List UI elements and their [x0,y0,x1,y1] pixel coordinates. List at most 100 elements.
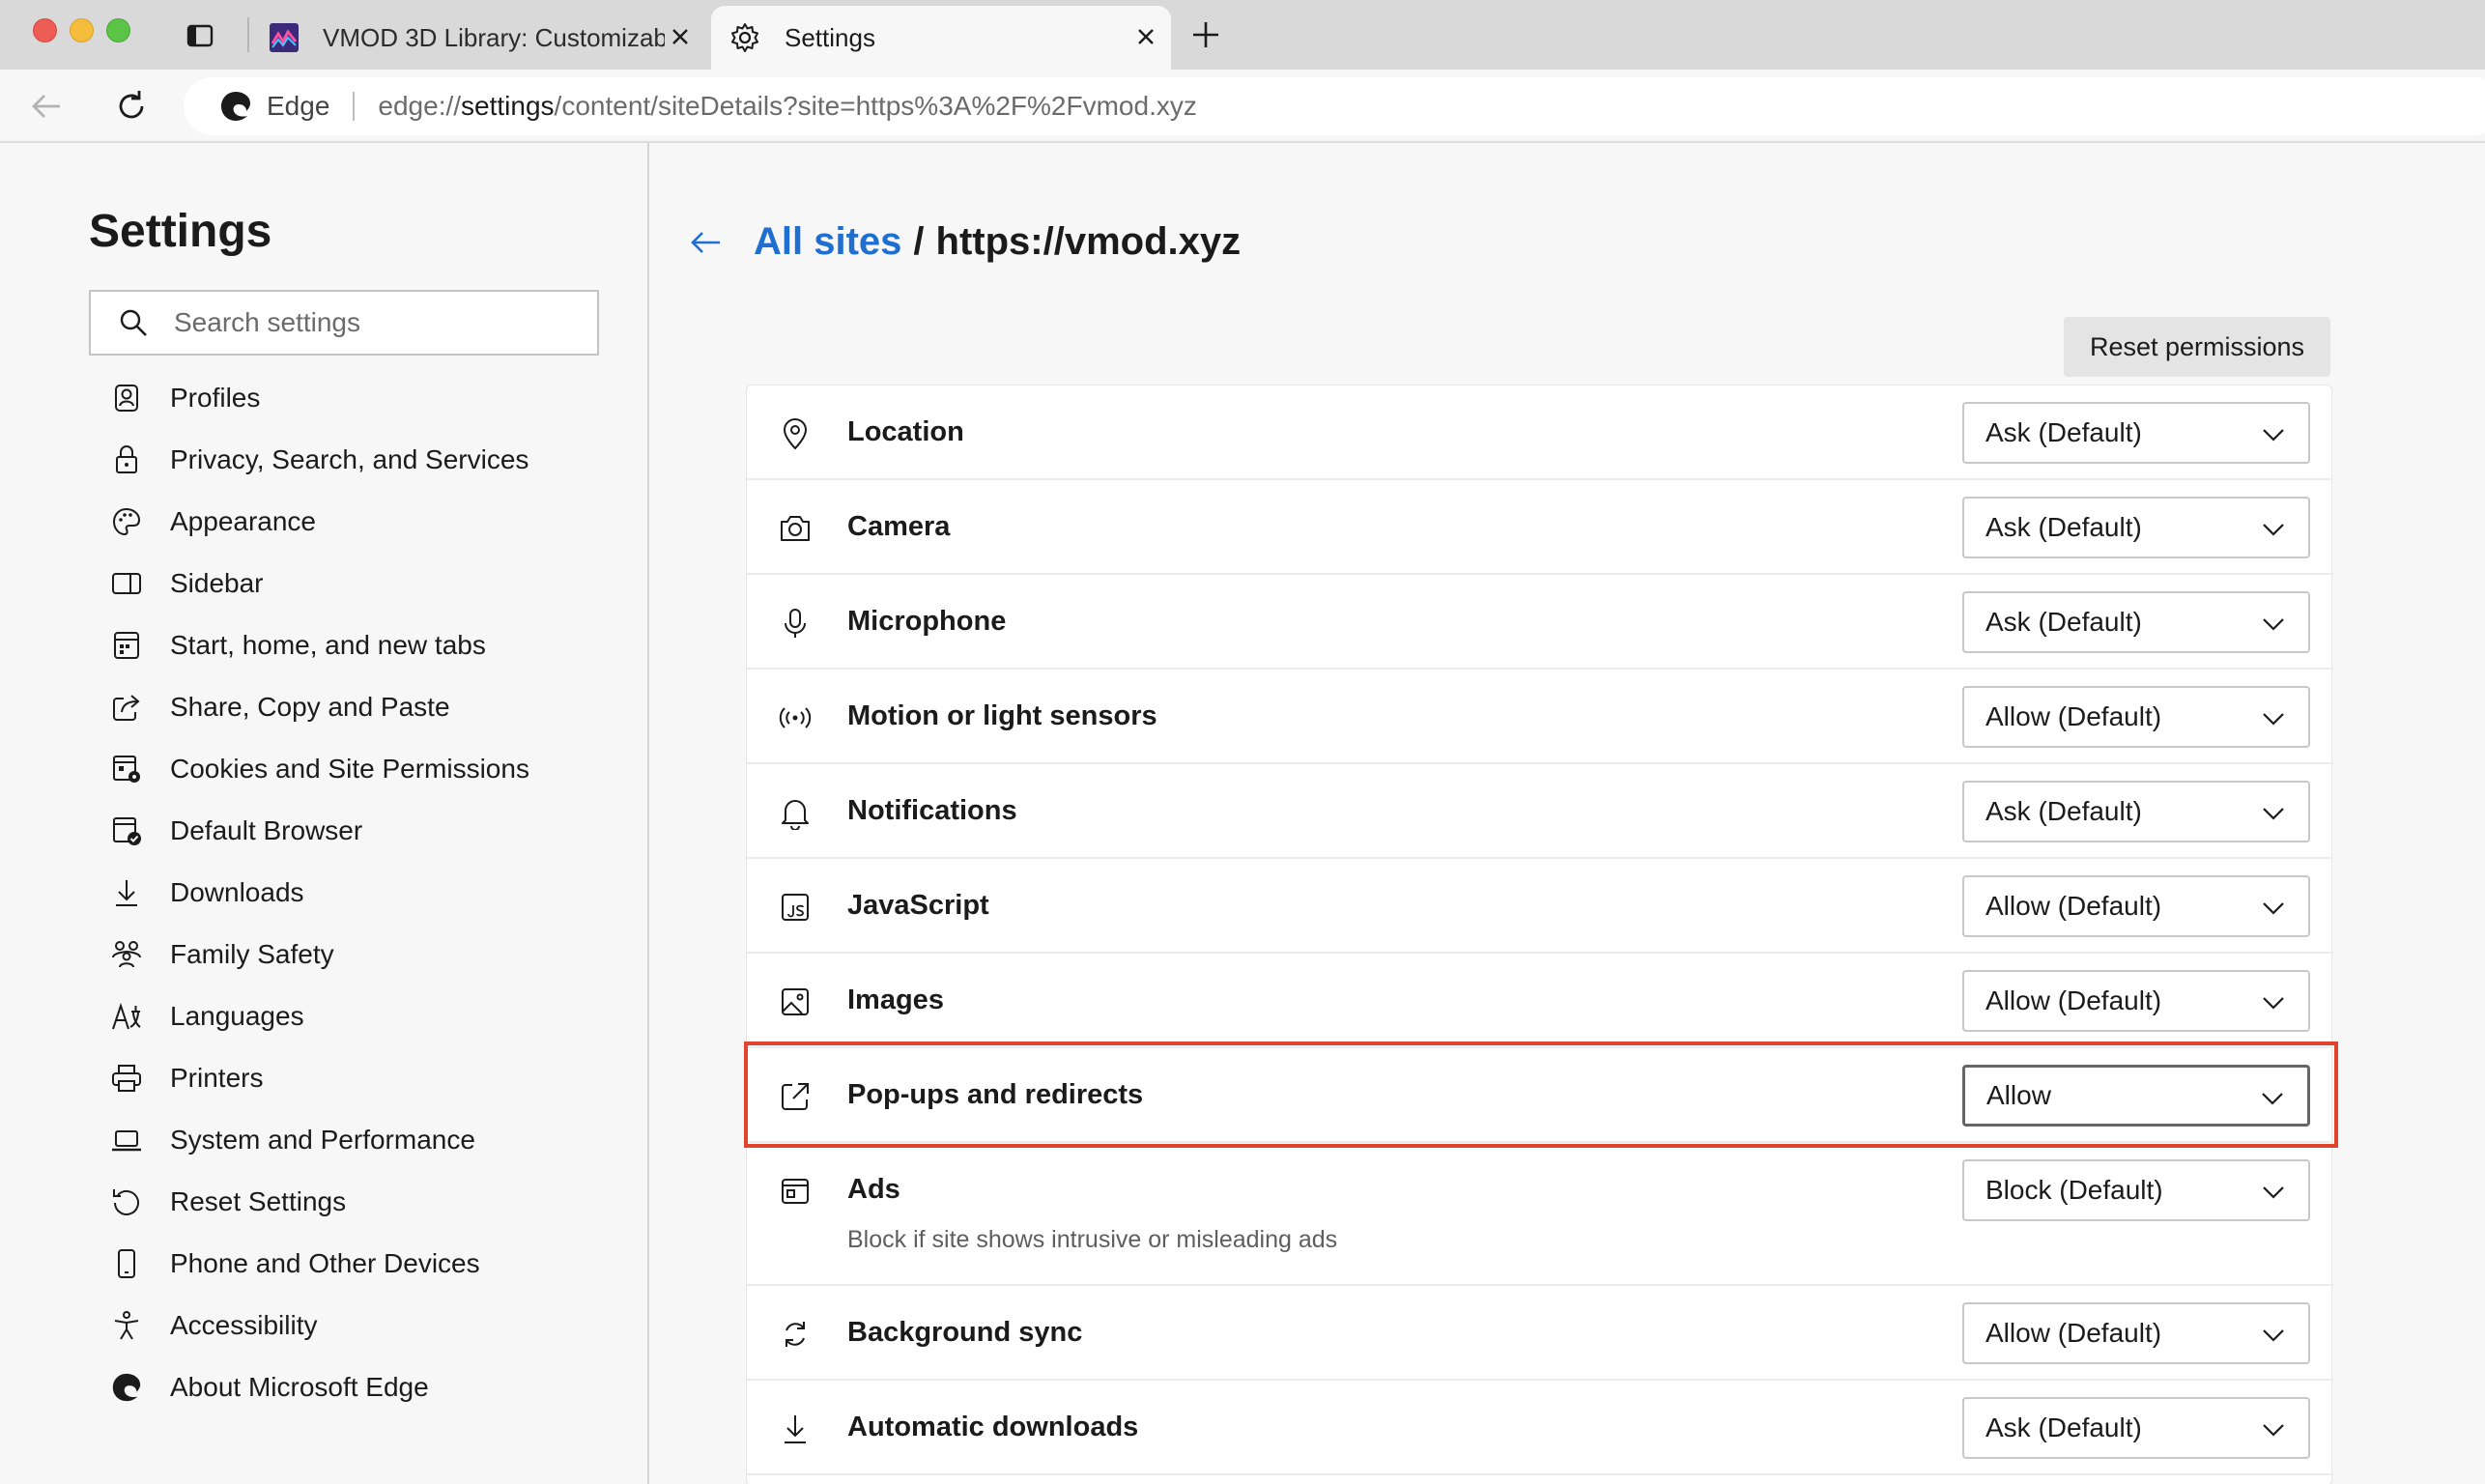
reload-icon[interactable] [112,87,151,126]
default-browser-icon [113,817,141,845]
permission-row-javascript: JavaScript Allow (Default) [747,859,2333,954]
permission-row-microphone: Microphone Ask (Default) [747,575,2333,670]
close-window-button[interactable] [33,18,57,43]
sidebar-item-family-safety[interactable]: Family Safety [110,924,529,985]
address-bar-label: Edge [267,91,330,121]
sidebar-title: Settings [89,206,272,257]
permission-dropdown[interactable]: Allow (Default) [1962,686,2310,748]
sidebar-item-label: Downloads [170,877,304,907]
image-icon [782,988,809,1015]
chevron-down-icon [2263,1329,2284,1342]
permission-row-location: Location Ask (Default) [747,385,2333,480]
sidebar-item-accessibility[interactable]: Accessibility [110,1295,529,1356]
sidebar-item-printers[interactable]: Printers [110,1047,529,1109]
new-tab-icon[interactable] [1190,19,1221,50]
permission-dropdown[interactable]: Ask (Default) [1962,1397,2310,1459]
sidebar-item-label: Profiles [170,383,261,413]
sidebar-item-cookies[interactable]: Cookies and Site Permissions [110,738,529,800]
permission-dropdown[interactable]: Ask (Default) [1962,402,2310,464]
location-icon [783,418,808,450]
sidebar-item-label: Printers [170,1063,264,1093]
chevron-down-icon [2263,524,2284,536]
dropdown-value: Allow (Default) [1985,701,2162,731]
sidebar-item-languages[interactable]: Languages [110,985,529,1047]
sidebar-item-default-browser[interactable]: Default Browser [110,800,529,862]
sidebar-item-label: Start, home, and new tabs [170,630,486,660]
sidebar-item-label: Reset Settings [170,1186,347,1216]
sidebar-item-profiles[interactable]: Profiles [110,367,529,429]
sidebar-item-appearance[interactable]: Appearance [110,491,529,553]
reset-icon [113,1189,139,1215]
sidebar-item-system[interactable]: System and Performance [110,1109,529,1171]
vmod-logo-icon [270,23,299,52]
popup-icon [782,1083,809,1110]
download-icon [785,1415,806,1443]
chevron-down-icon [2263,1424,2284,1437]
permission-name: Ads [847,1174,900,1205]
languages-icon [112,1002,141,1030]
lock-icon [116,445,137,473]
permission-dropdown[interactable]: Allow (Default) [1962,970,2310,1032]
permission-row-automatic-downloads: Automatic downloads Ask (Default) [747,1381,2333,1475]
sidebar-item-label: About Microsoft Edge [170,1372,429,1402]
tab-vmod[interactable]: VMOD 3D Library: Customizab [259,6,705,70]
sidebar-item-sidebar[interactable]: Sidebar [110,553,529,614]
sidebar-item-reset[interactable]: Reset Settings [110,1171,529,1233]
sidebar-item-privacy[interactable]: Privacy, Search, and Services [110,429,529,491]
permission-dropdown[interactable]: Ask (Default) [1962,591,2310,653]
permission-dropdown[interactable]: Allow (Default) [1962,875,2310,937]
sidebar-icon [112,573,141,594]
close-tab-icon[interactable] [669,25,692,48]
permission-dropdown[interactable]: Allow [1962,1065,2310,1127]
back-arrow-icon[interactable] [27,87,66,126]
sidebar-item-label: Cookies and Site Permissions [170,754,529,784]
gear-icon [731,23,758,52]
sidebar-item-label: Sidebar [170,568,264,598]
tab-separator [247,17,249,52]
close-tab-icon[interactable] [1134,25,1157,48]
sidebar-item-label: Family Safety [170,939,334,969]
settings-sidebar: Settings Profiles Privacy, Search, and S… [0,143,649,1484]
printer-icon [112,1065,141,1092]
sidebar-item-phone[interactable]: Phone and Other Devices [110,1233,529,1295]
permission-dropdown[interactable]: Ask (Default) [1962,781,2310,842]
download-icon [116,880,137,906]
all-sites-link[interactable]: All sites [754,220,901,264]
laptop-icon [112,1130,141,1152]
camera-icon [781,516,810,541]
sidebar-item-downloads[interactable]: Downloads [110,862,529,924]
sidebar-item-label: Appearance [170,506,317,536]
reset-permissions-button[interactable]: Reset permissions [2064,317,2330,377]
permission-name: Images [847,985,944,1015]
sidebar-item-start-home[interactable]: Start, home, and new tabs [110,614,529,676]
chevron-down-icon [2263,997,2284,1010]
address-url[interactable]: edge://settings/content/siteDetails?site… [378,91,1196,122]
tab-actions-icon[interactable] [186,21,214,50]
chevron-down-icon [2263,902,2284,915]
chevron-down-icon [2263,808,2284,820]
dropdown-value: Ask (Default) [1985,417,2142,447]
breadcrumb: All sites / https://vmod.xyz [686,220,1241,264]
page-title: https://vmod.xyz [935,220,1242,263]
sidebar-item-share[interactable]: Share, Copy and Paste [110,676,529,738]
tab-settings[interactable]: Settings [711,6,1171,70]
back-arrow-icon[interactable] [686,223,725,262]
permission-row-camera: Camera Ask (Default) [747,480,2333,575]
dropdown-value: Ask (Default) [1985,1413,2142,1442]
permission-dropdown[interactable]: Ask (Default) [1962,497,2310,558]
minimize-window-button[interactable] [70,18,94,43]
address-divider [353,92,356,121]
sidebar-item-label: Phone and Other Devices [170,1248,480,1278]
dropdown-value: Ask (Default) [1985,512,2142,542]
permission-dropdown[interactable]: Block (Default) [1962,1159,2310,1221]
permission-dropdown[interactable]: Allow (Default) [1962,1302,2310,1364]
search-input[interactable] [174,307,580,338]
cookies-icon [113,756,140,783]
sidebar-item-about[interactable]: About Microsoft Edge [110,1356,529,1418]
tab-title: VMOD 3D Library: Customizab [323,22,665,52]
dropdown-value: Allow (Default) [1985,891,2162,921]
maximize-window-button[interactable] [106,18,130,43]
search-settings-box[interactable] [89,290,599,356]
permission-row-popups: Pop-ups and redirects Allow [747,1048,2333,1143]
address-bar[interactable]: Edge edge://settings/content/siteDetails… [184,77,2485,135]
